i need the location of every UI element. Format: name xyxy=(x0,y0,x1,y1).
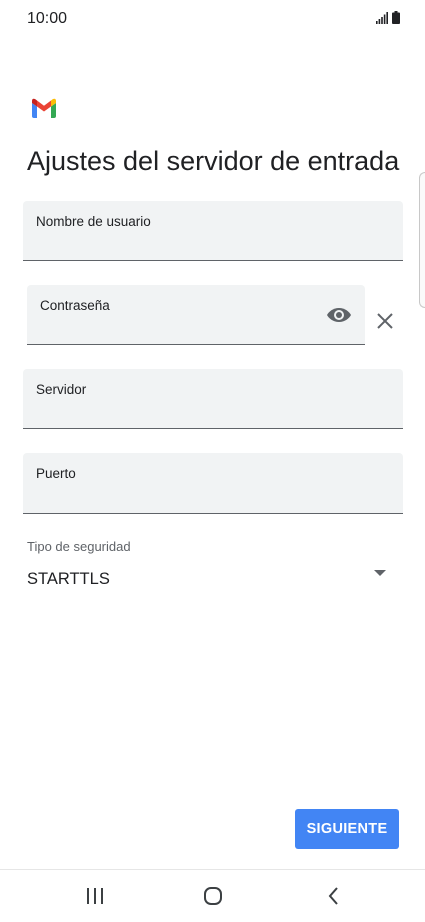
server-input[interactable] xyxy=(36,400,390,420)
port-label: Puerto xyxy=(36,466,76,481)
back-icon[interactable] xyxy=(320,884,348,908)
signal-icon xyxy=(376,12,388,24)
password-input[interactable] xyxy=(40,316,313,336)
password-label: Contraseña xyxy=(40,298,110,313)
recents-icon[interactable] xyxy=(81,884,109,908)
status-icons xyxy=(376,11,400,24)
security-type-label: Tipo de seguridad xyxy=(27,539,131,554)
page-title: Ajustes del servidor de entrada xyxy=(27,146,400,176)
incoming-server-settings-screen: 10:00 Ajustes del servidor de entrada No… xyxy=(0,0,425,922)
server-label: Servidor xyxy=(36,382,87,397)
server-field[interactable]: Servidor xyxy=(23,369,403,429)
username-label: Nombre de usuario xyxy=(36,214,151,229)
close-icon[interactable] xyxy=(375,311,395,331)
next-button[interactable]: SIGUIENTE xyxy=(295,809,399,849)
gmail-logo-icon xyxy=(32,98,56,118)
scroll-indicator xyxy=(419,172,425,308)
port-field[interactable]: Puerto xyxy=(23,453,403,514)
status-time: 10:00 xyxy=(27,10,68,27)
username-input[interactable] xyxy=(36,232,390,252)
status-bar: 10:00 xyxy=(0,0,425,38)
password-field[interactable]: Contraseña xyxy=(27,285,365,345)
dropdown-arrow-icon xyxy=(374,570,386,576)
navigation-bar xyxy=(0,869,425,922)
show-password-eye-icon[interactable] xyxy=(326,305,352,325)
home-icon[interactable] xyxy=(199,884,227,908)
port-input[interactable] xyxy=(36,485,390,505)
username-field[interactable]: Nombre de usuario xyxy=(23,201,403,261)
security-type-dropdown[interactable]: STARTTLS xyxy=(27,562,397,594)
battery-icon xyxy=(392,11,400,24)
security-type-value: STARTTLS xyxy=(27,570,110,588)
